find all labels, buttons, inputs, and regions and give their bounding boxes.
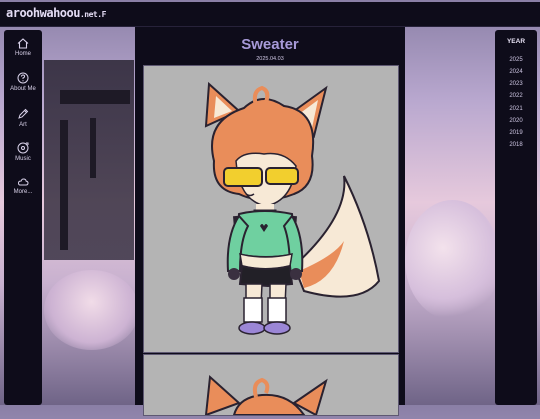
year-link-2018[interactable]: 2018 [495,142,537,148]
artwork-image[interactable] [143,65,399,353]
main-content: Sweater 2025.04.03 [135,27,405,417]
year-link-2019[interactable]: 2019 [495,130,537,136]
year-link-2025[interactable]: 2025 [495,57,537,63]
year-link-2024[interactable]: 2024 [495,69,537,75]
year-link-2022[interactable]: 2022 [495,93,537,99]
background-column-small [90,118,96,178]
year-link-2020[interactable]: 2020 [495,118,537,124]
year-link-2023[interactable]: 2023 [495,81,537,87]
site-logo[interactable]: aroohwahoou.net.F [6,6,106,20]
background-column [60,120,68,250]
background-beam [60,90,130,104]
year-heading: YEAR [506,38,526,45]
nav-item-label: About Me [10,86,36,92]
year-filter-panel: YEAR 2025 2024 2023 2022 2021 2020 2019 … [495,30,537,405]
fox-character-illustration [204,81,381,335]
nav-item-art[interactable]: Art [4,108,42,128]
sidebar-nav: Home About Me Art Music More... [4,30,42,405]
nav-item-home[interactable]: Home [4,38,42,57]
nav-item-label: Music [15,156,31,162]
nav-item-music[interactable]: Music [4,142,42,162]
fox-character-illustration [204,374,328,417]
background-cloud [405,200,500,320]
question-circle-icon [4,72,42,84]
post-date: 2025.04.03 [256,56,284,62]
logo-text: aroohwahoou [6,6,80,20]
post-title: Sweater [241,36,299,53]
nav-item-about-me[interactable]: About Me [4,72,42,92]
pencil-icon [4,108,42,120]
background-cloud [44,270,139,350]
cloud-icon [4,177,42,187]
artwork-image-next[interactable] [143,354,399,417]
home-icon [4,38,42,49]
music-disc-icon [4,142,42,154]
logo-tld: .net.F [79,10,106,19]
nav-item-label: Home [14,51,31,57]
nav-item-more[interactable]: More... [4,177,42,195]
top-bar: aroohwahoou.net.F [0,2,540,27]
nav-item-label: Art [19,122,27,128]
nav-item-label: More... [13,189,33,195]
year-link-2021[interactable]: 2021 [495,106,537,112]
